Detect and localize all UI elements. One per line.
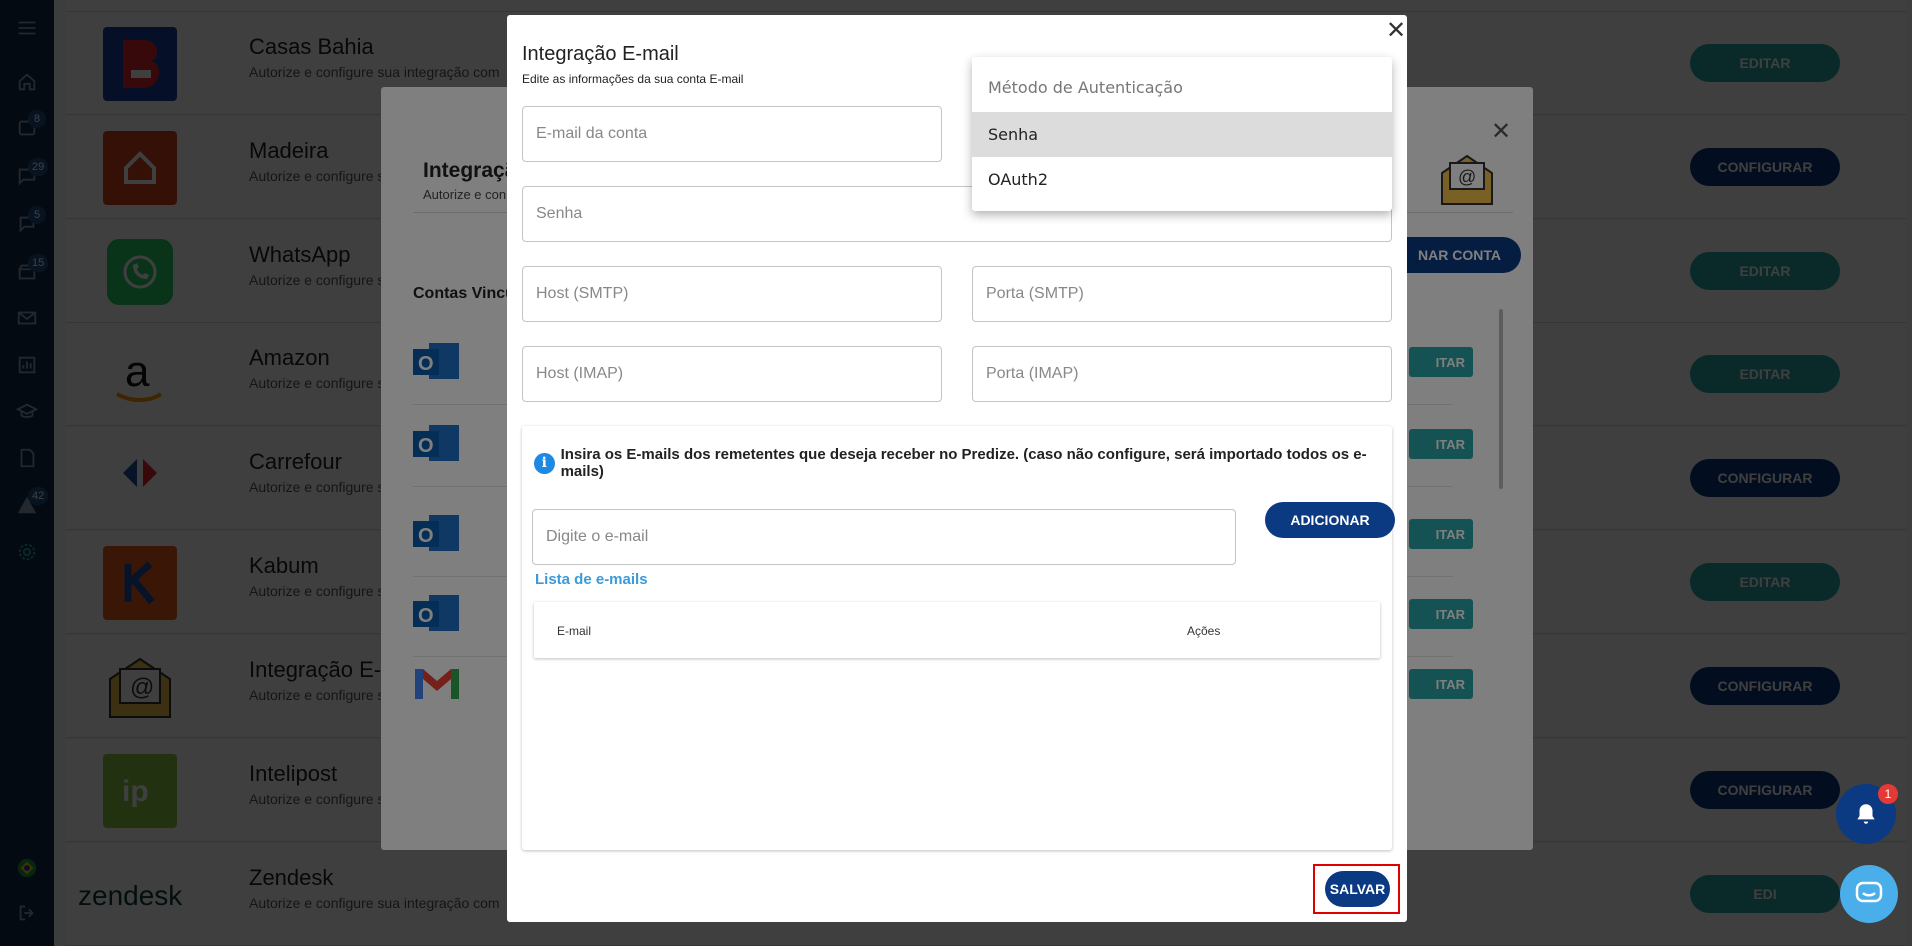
email-list-table: E-mail Ações <box>534 602 1380 658</box>
imap-port-input[interactable] <box>973 347 1391 401</box>
support-chat-button[interactable] <box>1840 865 1898 923</box>
auth-option-password[interactable]: Senha <box>972 112 1392 157</box>
info-text: Insira os E-mails dos remetentes que des… <box>560 446 1367 480</box>
account-email-field[interactable] <box>522 106 942 162</box>
column-header-actions: Ações <box>1187 624 1221 638</box>
auth-option-oauth2[interactable]: OAuth2 <box>972 157 1392 202</box>
notification-count-badge: 1 <box>1878 784 1898 804</box>
auth-method-dropdown: Método de Autenticação Senha OAuth2 <box>972 57 1392 211</box>
email-list-title: Lista de e-mails <box>535 571 648 588</box>
smtp-port-field[interactable] <box>972 266 1392 322</box>
imap-port-field[interactable] <box>972 346 1392 402</box>
save-button[interactable]: SALVAR <box>1325 871 1390 907</box>
auth-method-label: Método de Autenticação <box>988 78 1183 97</box>
info-message: i Insira os E-mails dos remetentes que d… <box>534 446 1392 480</box>
smtp-host-input[interactable] <box>523 267 941 321</box>
imap-host-field[interactable] <box>522 346 942 402</box>
modal-title: Integração E-mail <box>522 43 679 65</box>
add-button[interactable]: ADICIONAR <box>1265 502 1395 538</box>
modal-subtitle: Edite as informações da sua conta E-mail <box>522 72 744 86</box>
column-header-email: E-mail <box>557 624 592 638</box>
info-icon: i <box>534 452 555 474</box>
account-email-input[interactable] <box>523 107 941 161</box>
close-icon[interactable]: ✕ <box>1386 19 1406 43</box>
smtp-host-field[interactable] <box>522 266 942 322</box>
bell-icon <box>1857 804 1875 824</box>
allowed-senders-panel: i Insira os E-mails dos remetentes que d… <box>522 426 1395 850</box>
imap-host-input[interactable] <box>523 347 941 401</box>
sender-email-input[interactable] <box>533 510 1235 564</box>
smtp-port-input[interactable] <box>973 267 1391 321</box>
sender-email-field[interactable] <box>532 509 1236 565</box>
chat-bubble-icon <box>1855 881 1883 903</box>
